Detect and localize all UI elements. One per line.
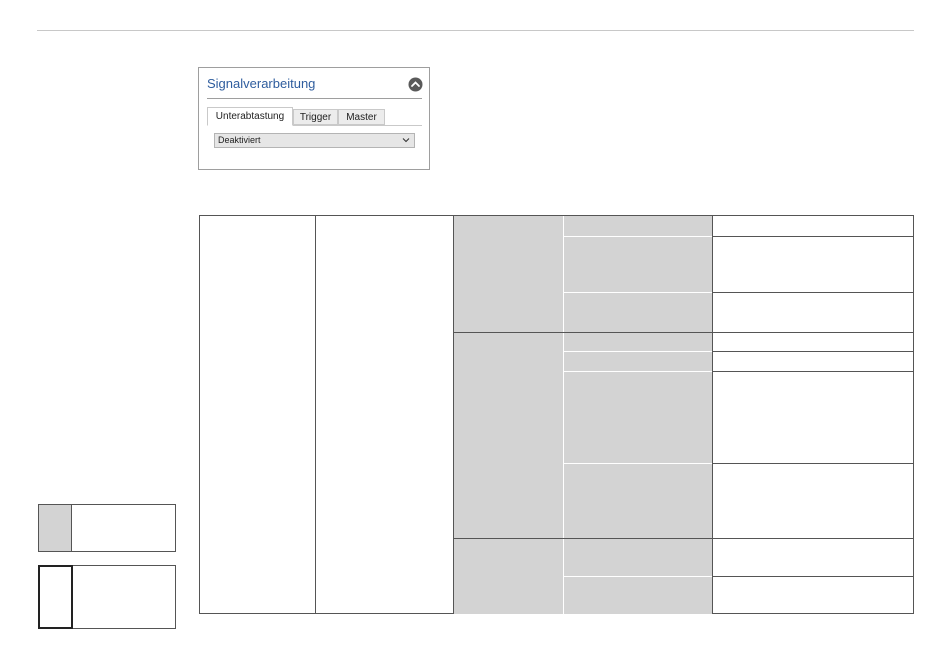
table-row-divider (712, 236, 914, 237)
table-row-divider (453, 538, 914, 539)
legend-white-swatch (38, 565, 73, 629)
tab-trigger[interactable]: Trigger (293, 109, 338, 125)
tab-master[interactable]: Master (338, 109, 385, 125)
table-row-divider (712, 292, 914, 293)
subsampling-select-value: Deaktiviert (218, 135, 261, 145)
subsampling-select[interactable]: Deaktiviert (214, 133, 415, 148)
table-row-divider (712, 576, 914, 577)
table-row-divider (564, 463, 713, 464)
table-row-divider (564, 236, 713, 237)
table-row-divider (712, 351, 914, 352)
legend-gray-swatch (39, 505, 72, 551)
chevron-down-icon (402, 138, 410, 143)
table-col-divider (315, 216, 316, 614)
table-col-divider (563, 216, 564, 614)
legend-gray (38, 504, 176, 552)
panel-title-divider (207, 98, 422, 99)
table-subgroup-column (564, 216, 713, 614)
empty-table (199, 215, 914, 614)
table-row-divider (712, 371, 914, 372)
table-col-divider (453, 216, 454, 614)
tab-unterabtastung[interactable]: Unterabtastung (207, 107, 293, 126)
table-row-divider (564, 292, 713, 293)
tab-strip-line (293, 125, 422, 126)
panel-title: Signalverarbeitung (207, 76, 316, 91)
table-col-divider (712, 216, 713, 614)
table-row-divider (564, 371, 713, 372)
top-divider (37, 30, 914, 31)
table-group-column (454, 216, 564, 614)
table-row-divider (453, 332, 914, 333)
table-row-divider (564, 351, 713, 352)
table-row-divider (712, 463, 914, 464)
legend-white (38, 565, 176, 629)
signal-processing-panel: Signalverarbeitung Unterabtastung Trigge… (198, 67, 430, 170)
chevron-up-circle-icon[interactable] (408, 77, 423, 92)
table-row-divider (564, 576, 713, 577)
